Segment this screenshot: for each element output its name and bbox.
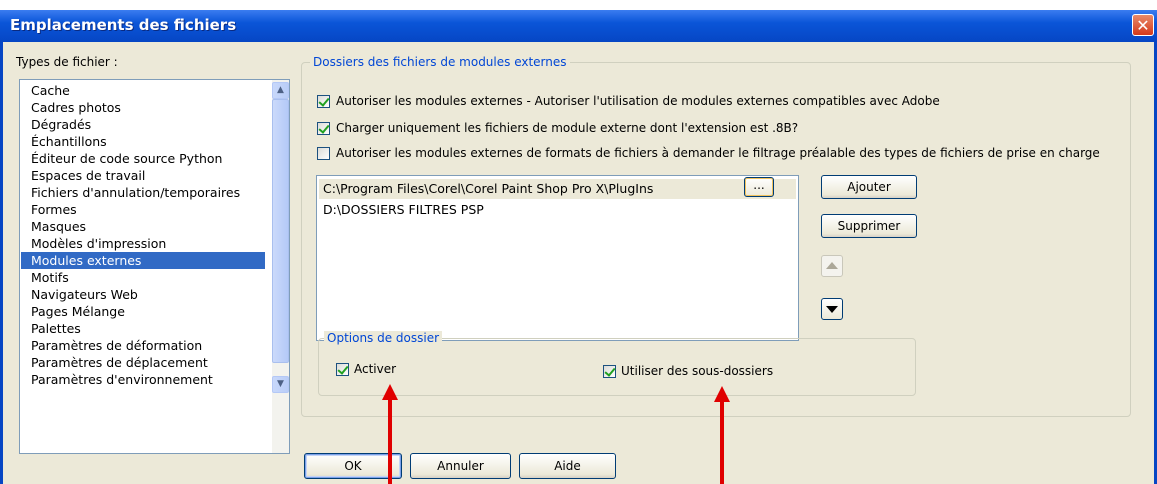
load-8b-only-label: Charger uniquement les fichiers de modul… <box>336 121 799 135</box>
close-button[interactable]: ✕ <box>1132 14 1154 36</box>
list-item[interactable]: Échantillons <box>21 133 265 150</box>
scroll-thumb[interactable] <box>272 99 289 363</box>
arrow-up-icon <box>826 262 838 269</box>
file-types-list[interactable]: Cache Cadres photos Dégradés Échantillon… <box>19 79 290 454</box>
folder-options-legend: Options de dossier <box>324 331 443 345</box>
folder-path-row[interactable]: D:\DOSSIERS FILTRES PSP <box>319 200 484 220</box>
add-folder-button[interactable]: Ajouter <box>821 175 917 199</box>
annotation-arrow-enable <box>382 384 398 484</box>
folder-path-row[interactable]: C:\Program Files\Corel\Corel Paint Shop … <box>319 179 796 199</box>
list-item[interactable]: Espaces de travail <box>21 167 265 184</box>
dialog-body: Types de fichier : Cache Cadres photos D… <box>0 42 1157 484</box>
allow-plugins-label: Autoriser les modules externes - Autoris… <box>336 94 940 108</box>
move-up-button <box>821 255 843 277</box>
list-item[interactable]: Paramètres d'environnement <box>21 371 265 388</box>
plugins-group-legend: Dossiers des fichiers de modules externe… <box>310 55 570 69</box>
list-item-selected[interactable]: Modules externes <box>21 252 265 269</box>
title-bar: Emplacements des fichiers ✕ <box>0 10 1157 42</box>
list-item[interactable]: Modèles d'impression <box>21 235 265 252</box>
list-item[interactable]: Formes <box>21 201 265 218</box>
move-down-button[interactable] <box>821 298 843 320</box>
close-icon: ✕ <box>1136 16 1150 35</box>
scroll-up-button[interactable]: ▲ <box>272 82 289 99</box>
cancel-button[interactable]: Annuler <box>410 453 511 479</box>
browse-folder-button[interactable]: ... <box>744 177 774 197</box>
list-item[interactable]: Cache <box>21 82 265 99</box>
list-item[interactable]: Navigateurs Web <box>21 286 265 303</box>
chevron-down-icon: ▼ <box>277 379 284 389</box>
list-item[interactable]: Cadres photos <box>21 99 265 116</box>
enable-label: Activer <box>354 362 397 376</box>
format-prefilter-checkbox[interactable] <box>317 147 330 160</box>
list-item[interactable]: Dégradés <box>21 116 265 133</box>
allow-plugins-checkbox[interactable] <box>317 95 330 108</box>
window-title: Emplacements des fichiers <box>10 16 237 34</box>
list-item[interactable]: Pages Mélange <box>21 303 265 320</box>
list-item[interactable]: Fichiers d'annulation/temporaires <box>21 184 265 201</box>
file-types-label: Types de fichier : <box>16 55 118 69</box>
chevron-up-icon: ▲ <box>277 85 284 95</box>
scroll-down-button[interactable]: ▼ <box>272 376 289 393</box>
annotation-arrow-subfolders <box>714 386 730 484</box>
list-item[interactable]: Masques <box>21 218 265 235</box>
format-prefilter-label: Autoriser les modules externes de format… <box>336 146 1100 160</box>
plugin-folders-list[interactable]: C:\Program Files\Corel\Corel Paint Shop … <box>316 175 799 341</box>
list-item[interactable]: Motifs <box>21 269 265 286</box>
load-8b-only-checkbox[interactable] <box>317 122 330 135</box>
list-item[interactable]: Paramètres de déplacement <box>21 354 265 371</box>
list-scrollbar[interactable]: ▲ ▼ <box>272 80 289 453</box>
use-subfolders-label: Utiliser des sous-dossiers <box>621 364 774 378</box>
list-item[interactable]: Éditeur de code source Python <box>21 150 265 167</box>
help-button[interactable]: Aide <box>519 453 616 479</box>
list-item[interactable]: Palettes <box>21 320 265 337</box>
arrow-down-icon <box>826 306 838 313</box>
remove-folder-button[interactable]: Supprimer <box>821 214 917 238</box>
list-item[interactable]: Paramètres de déformation <box>21 337 265 354</box>
use-subfolders-checkbox[interactable] <box>603 365 616 378</box>
folder-options-group <box>318 338 916 396</box>
enable-checkbox[interactable] <box>336 363 349 376</box>
